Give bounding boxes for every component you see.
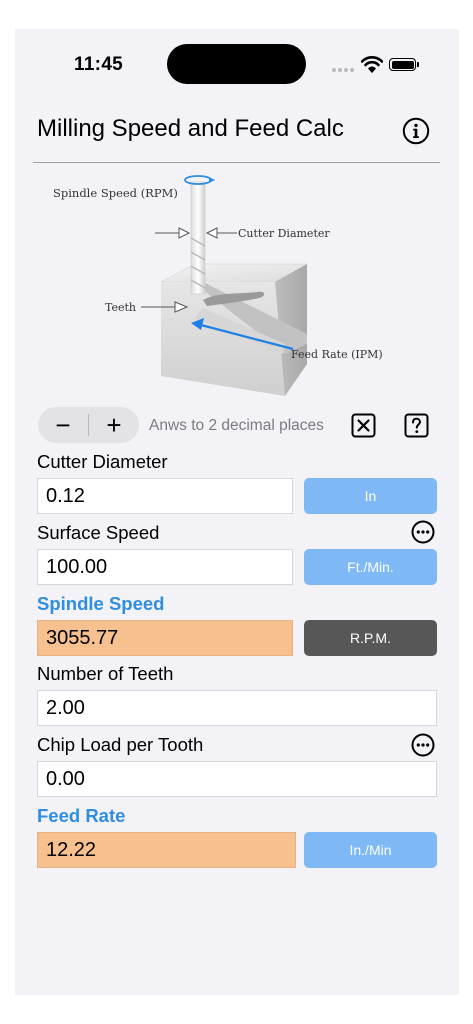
page-title: Milling Speed and Feed Calc: [37, 115, 344, 142]
cutter-diameter-unit-button[interactable]: In: [304, 478, 437, 514]
info-circle-icon[interactable]: [402, 117, 430, 145]
chip-load-label: Chip Load per Tooth: [37, 734, 204, 755]
clear-x-icon[interactable]: [351, 413, 376, 438]
spindle-speed-label: Spindle Speed: [37, 593, 165, 614]
chip-load-input[interactable]: 0.00: [37, 761, 437, 797]
header-divider: [33, 162, 440, 163]
svg-text:Teeth: Teeth: [105, 301, 136, 314]
spindle-speed-annotation: Spindle Speed (RPM): [53, 186, 178, 200]
feed-rate-unit-button[interactable]: In./Min: [304, 832, 437, 868]
cutter-diameter-label: Cutter Diameter: [37, 451, 168, 472]
svg-text:Feed Rate (IPM): Feed Rate (IPM): [291, 348, 383, 361]
feed-rate-result[interactable]: 12.22: [37, 832, 296, 868]
svg-text:Spindle Speed (RPM): Spindle Speed (RPM): [53, 186, 178, 200]
surface-speed-unit-button[interactable]: Ft./Min.: [304, 549, 437, 585]
svg-text:Cutter Diameter: Cutter Diameter: [238, 227, 330, 240]
wifi-icon: [361, 56, 383, 73]
decimal-places-note: Anws to 2 decimal places: [149, 417, 324, 434]
feed-rate-label: Feed Rate: [37, 805, 126, 826]
surface-speed-label: Surface Speed: [37, 522, 160, 543]
number-of-teeth-label: Number of Teeth: [37, 663, 174, 684]
question-icon[interactable]: [404, 413, 429, 438]
spindle-speed-unit-button[interactable]: R.P.M.: [304, 620, 437, 656]
decrement-button[interactable]: −: [38, 407, 88, 443]
status-indicators: [332, 54, 422, 76]
cutter-diameter-annotation: Cutter Diameter: [155, 227, 330, 240]
dynamic-island: [167, 44, 306, 84]
increment-button[interactable]: +: [89, 407, 139, 443]
cutter-diameter-input[interactable]: 0.12: [37, 478, 293, 514]
number-of-teeth-input[interactable]: 2.00: [37, 690, 437, 726]
surface-speed-input[interactable]: 100.00: [37, 549, 293, 585]
milling-diagram: Spindle Speed (RPM) Cutter Diameter Teet…: [53, 175, 383, 396]
signal-icon: [332, 68, 356, 72]
chip-load-more-icon[interactable]: [411, 733, 435, 757]
status-time: 11:45: [74, 54, 124, 75]
teeth-annotation: Teeth: [105, 301, 189, 314]
decimal-stepper: − +: [38, 407, 139, 443]
battery-icon: [389, 58, 419, 71]
surface-speed-more-icon[interactable]: [411, 520, 435, 544]
spindle-speed-result[interactable]: 3055.77: [37, 620, 293, 656]
